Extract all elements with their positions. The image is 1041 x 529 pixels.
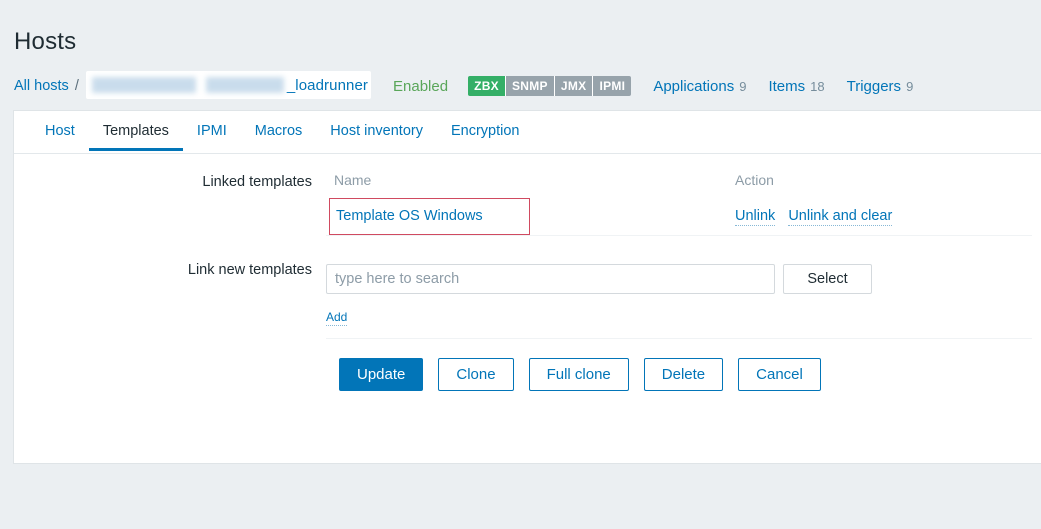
host-name-suffix: _loadrunner <box>286 76 369 94</box>
link-new-templates-inner: Select Add <box>326 256 1032 339</box>
linked-template-link[interactable]: Template OS Windows <box>329 197 530 235</box>
delete-button[interactable]: Delete <box>643 358 724 391</box>
column-header-name: Name <box>334 172 372 188</box>
template-search-line: Select <box>326 256 1032 294</box>
form-action-buttons: Update Clone Full clone Delete Cancel <box>339 358 1041 391</box>
breadcrumb-separator: / <box>74 78 79 94</box>
tab-encryption[interactable]: Encryption <box>437 111 534 150</box>
triggers-count: 9 <box>906 78 914 94</box>
link-new-templates-field: Select Add <box>326 256 1041 339</box>
linked-templates-row: Linked templates Name Action Template OS… <box>14 168 1041 236</box>
availability-badge-zbx[interactable]: ZBX <box>468 76 505 96</box>
tab-templates[interactable]: Templates <box>88 111 184 151</box>
template-name-cell: Template OS Windows <box>326 197 727 236</box>
availability-badge-jmx[interactable]: JMX <box>553 76 593 96</box>
page-header: Hosts All hosts / _loadrunner Enabled ZB… <box>0 0 1041 110</box>
templates-form: Linked templates Name Action Template OS… <box>14 154 1041 391</box>
items-link[interactable]: Items 18 <box>768 78 824 95</box>
redacted-host-name-block-2 <box>205 77 284 93</box>
triggers-link[interactable]: Triggers 9 <box>847 78 914 95</box>
tab-host[interactable]: Host <box>31 111 89 150</box>
availability-badge-ipmi[interactable]: IPMI <box>592 76 632 96</box>
items-count: 18 <box>810 78 825 94</box>
tab-ipmi[interactable]: IPMI <box>183 111 241 150</box>
tab-macros[interactable]: Macros <box>241 111 317 150</box>
unlink-link[interactable]: Unlink <box>735 208 776 226</box>
availability-badge-snmp[interactable]: SNMP <box>504 76 554 96</box>
select-button[interactable]: Select <box>783 264 872 294</box>
items-label: Items <box>768 77 806 95</box>
host-name-chip[interactable]: _loadrunner <box>85 71 372 99</box>
content-card: Host Templates IPMI Macros Host inventor… <box>13 110 1041 464</box>
linked-templates-label: Linked templates <box>202 174 312 190</box>
cancel-button[interactable]: Cancel <box>738 358 821 391</box>
applications-label: Applications <box>653 77 735 95</box>
breadcrumb-all-hosts-link[interactable]: All hosts <box>14 78 69 94</box>
host-status-label[interactable]: Enabled <box>393 78 448 95</box>
add-template-line: Add <box>326 294 1032 326</box>
page-title: Hosts <box>14 28 77 56</box>
linked-templates-field: Name Action Template OS Windows Unlink U… <box>326 168 1041 236</box>
link-new-templates-label: Link new templates <box>187 262 312 278</box>
host-summary-bar: All hosts / _loadrunner Enabled ZBX SNMP… <box>14 71 914 99</box>
full-clone-button[interactable]: Full clone <box>528 358 629 391</box>
clone-button[interactable]: Clone <box>438 358 514 391</box>
applications-link[interactable]: Applications 9 <box>653 78 746 95</box>
redacted-host-name-block-1 <box>91 77 196 93</box>
column-header-action: Action <box>735 172 774 188</box>
tab-bar: Host Templates IPMI Macros Host inventor… <box>14 111 1041 154</box>
template-search-input[interactable] <box>326 264 775 294</box>
linked-templates-table: Name Action Template OS Windows Unlink U… <box>326 168 1032 236</box>
triggers-label: Triggers <box>846 77 902 95</box>
table-header-row: Name Action <box>326 168 1032 197</box>
link-new-templates-row: Link new templates Select Add <box>14 256 1041 339</box>
tab-host-inventory[interactable]: Host inventory <box>316 111 437 150</box>
unlink-and-clear-link[interactable]: Unlink and clear <box>788 208 893 226</box>
update-button[interactable]: Update <box>339 358 424 391</box>
applications-count: 9 <box>739 78 747 94</box>
add-link[interactable]: Add <box>326 310 348 326</box>
availability-badges: ZBX SNMP JMX IPMI <box>468 76 632 96</box>
template-action-cell: Unlink Unlink and clear <box>727 197 1032 236</box>
table-row: Template OS Windows Unlink Unlink and cl… <box>326 197 1032 236</box>
